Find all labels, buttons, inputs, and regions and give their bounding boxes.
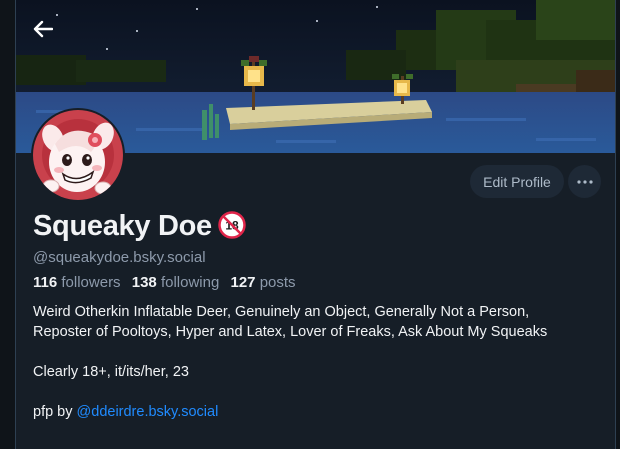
left-gutter xyxy=(0,0,15,449)
no-under-18-icon: 18 xyxy=(218,211,246,244)
bio-line: pfp by @ddeirdre.bsky.social xyxy=(33,402,608,422)
back-button[interactable] xyxy=(24,10,62,48)
bio-line: Weird Otherkin Inflatable Deer, Genuinel… xyxy=(33,304,530,320)
deer-avatar-image xyxy=(33,110,123,200)
bio-line: Clearly 18+, it/its/her, 23 xyxy=(33,364,189,380)
edit-profile-button[interactable]: Edit Profile xyxy=(470,165,564,198)
profile-handle: @squeakydoe.bsky.social xyxy=(33,249,206,266)
display-name: Squeaky Doe xyxy=(33,209,212,242)
profile-bio: Weird Otherkin Inflatable Deer, Genuinel… xyxy=(33,302,608,422)
following-label: following xyxy=(160,274,220,291)
followers-label: followers xyxy=(61,274,121,291)
display-name-row: Squeaky Doe 18 xyxy=(33,206,246,246)
ellipsis-icon xyxy=(576,179,593,184)
pfp-credit-link[interactable]: @ddeirdre.bsky.social xyxy=(77,404,219,420)
profile-page: Edit Profile Squeaky Doe 18 @squeakydoe.… xyxy=(0,0,620,449)
more-options-button[interactable] xyxy=(568,165,601,198)
avatar[interactable] xyxy=(31,108,125,202)
followers-stat[interactable]: 116 followers xyxy=(33,274,121,291)
posts-stat: 127 posts xyxy=(230,274,295,291)
edit-profile-label: Edit Profile xyxy=(483,173,551,190)
posts-count: 127 xyxy=(230,274,256,291)
profile-stats: 116 followers 138 following 127 posts xyxy=(33,274,303,291)
bio-line: Reposter of Pooltoys, Hyper and Latex, L… xyxy=(33,324,548,340)
following-count: 138 xyxy=(131,274,157,291)
bio-credit-prefix: pfp by xyxy=(33,404,77,420)
posts-label: posts xyxy=(259,274,296,291)
right-gutter xyxy=(616,0,620,449)
followers-count: 116 xyxy=(33,274,58,291)
arrow-left-icon xyxy=(33,20,53,38)
following-stat[interactable]: 138 following xyxy=(132,274,220,291)
right-divider xyxy=(615,0,616,449)
